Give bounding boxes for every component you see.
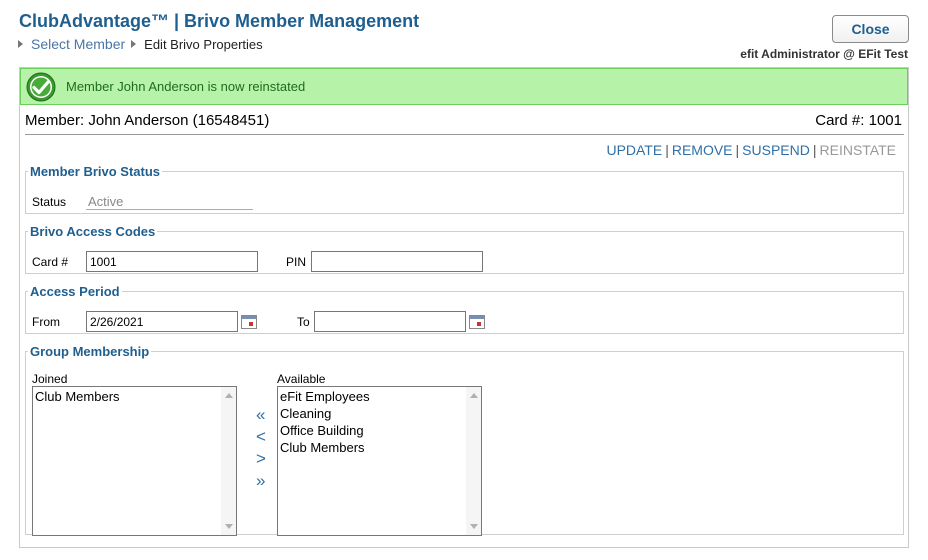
suspend-link[interactable]: SUSPEND — [742, 142, 810, 158]
scroll-down-icon[interactable] — [225, 524, 233, 529]
status-value: Active — [86, 194, 253, 210]
available-label: Available — [277, 372, 326, 386]
card-number-label: Card # — [32, 255, 69, 269]
member-info: Member: John Anderson (16548451) — [25, 112, 269, 129]
to-date-input[interactable] — [314, 311, 466, 332]
list-item[interactable]: Club Members — [35, 388, 234, 405]
card-number: 1001 — [868, 112, 902, 129]
success-banner: Member John Anderson is now reinstated — [20, 68, 908, 105]
main-panel: Member John Anderson is now reinstated M… — [19, 67, 909, 548]
list-item[interactable]: Cleaning — [280, 405, 479, 422]
pin-label: PIN — [286, 255, 307, 269]
from-date-input[interactable] — [86, 311, 238, 332]
access-period-section: Access Period From To — [25, 284, 904, 334]
pin-input[interactable] — [311, 251, 483, 272]
user-info: efit Administrator @ EFit Test — [740, 47, 908, 61]
available-listbox[interactable]: eFit Employees Cleaning Office Building … — [277, 386, 482, 536]
move-all-right-button[interactable]: » — [256, 471, 265, 491]
access-period-legend: Access Period — [30, 284, 120, 299]
breadcrumb-arrow-icon — [131, 40, 137, 48]
divider — [25, 134, 904, 135]
card-number-input[interactable] — [86, 251, 258, 272]
member-brivo-status-section: Member Brivo Status Status Active — [25, 164, 904, 214]
breadcrumb-current: Edit Brivo Properties — [144, 36, 263, 52]
member-label: Member: — [25, 112, 85, 129]
calendar-icon[interactable] — [241, 315, 257, 329]
reinstate-link: REINSTATE — [819, 142, 897, 158]
scroll-up-icon[interactable] — [470, 393, 478, 398]
move-right-button[interactable]: > — [256, 449, 266, 469]
list-item[interactable]: Office Building — [280, 422, 479, 439]
action-links: UPDATE | REMOVE | SUSPEND | REINSTATE — [606, 142, 896, 158]
scroll-down-icon[interactable] — [470, 524, 478, 529]
joined-listbox[interactable]: Club Members — [32, 386, 237, 536]
card-label: Card #: — [815, 112, 865, 129]
scrollbar[interactable] — [466, 387, 481, 535]
list-item[interactable]: eFit Employees — [280, 388, 479, 405]
banner-message: Member John Anderson is now reinstated — [66, 79, 306, 94]
breadcrumb-link-select-member[interactable]: Select Member — [31, 36, 125, 52]
card-info: Card #: 1001 — [815, 112, 902, 129]
group-membership-legend: Group Membership — [30, 344, 150, 359]
update-link[interactable]: UPDATE — [606, 142, 662, 158]
list-item[interactable]: Club Members — [280, 439, 479, 456]
separator: | — [665, 142, 669, 158]
breadcrumb: Select Member Edit Brivo Properties — [18, 36, 263, 52]
breadcrumb-arrow-icon — [18, 40, 23, 48]
status-label: Status — [32, 195, 67, 209]
joined-label: Joined — [32, 372, 68, 386]
scroll-up-icon[interactable] — [225, 393, 233, 398]
page-title: ClubAdvantage™ | Brivo Member Management — [19, 11, 420, 31]
member-brivo-status-legend: Member Brivo Status — [30, 164, 161, 179]
separator: | — [812, 142, 817, 158]
from-label: From — [32, 315, 60, 329]
group-membership-section: Group Membership Joined Club Members « <… — [25, 344, 904, 536]
remove-link[interactable]: REMOVE — [672, 142, 733, 158]
move-left-button[interactable]: < — [256, 427, 266, 447]
member-name: John Anderson (16548451) — [88, 112, 270, 129]
separator: | — [735, 142, 740, 158]
brivo-access-codes-section: Brivo Access Codes Card # PIN — [25, 224, 904, 274]
to-label: To — [297, 315, 310, 329]
scrollbar[interactable] — [221, 387, 236, 535]
brivo-access-codes-legend: Brivo Access Codes — [30, 224, 156, 239]
calendar-icon[interactable] — [469, 315, 485, 329]
checkmark-icon — [26, 72, 56, 101]
move-all-left-button[interactable]: « — [256, 405, 265, 425]
close-button[interactable]: Close — [832, 15, 909, 43]
